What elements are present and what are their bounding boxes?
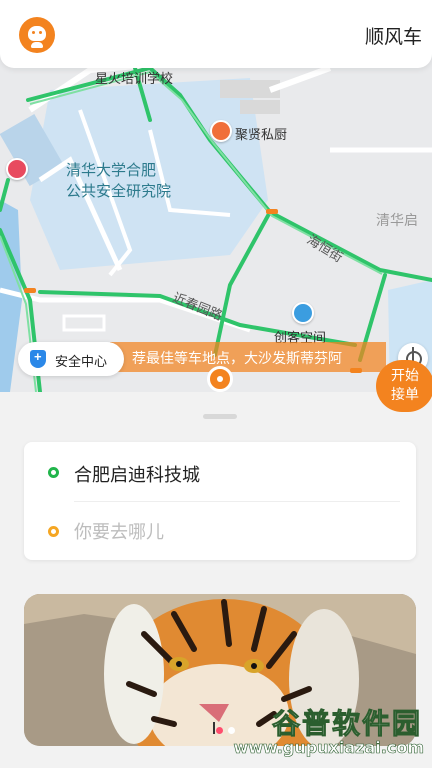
building-pin-icon[interactable] — [292, 302, 314, 324]
campus-label-line1: 清华大学合肥 — [66, 161, 157, 179]
route-divider — [74, 501, 400, 502]
watermark-url: www.gupuxiazai.com — [233, 738, 424, 758]
start-button-line2: 接单 — [391, 387, 419, 403]
map-label-area: 清华启 — [376, 213, 418, 229]
drag-handle[interactable] — [203, 414, 237, 419]
marquee-text: 荐最佳等车地点，大沙发斯蒂芬阿 — [132, 351, 342, 367]
watermark: 谷普软件园 www.gupuxiazai.com — [230, 702, 426, 758]
map-label-restaurant: 聚贤私厨 — [235, 128, 288, 143]
restaurant-pin-icon[interactable] — [210, 120, 232, 142]
destination-dot-icon — [48, 526, 59, 537]
watermark-text: 谷普软件园 — [271, 707, 422, 741]
safety-center-label: 安全中心 — [55, 355, 108, 370]
shield-icon — [30, 349, 46, 368]
campus-label-line2: 公共安全研究院 — [66, 182, 172, 200]
destination-input[interactable] — [74, 519, 374, 545]
route-card: 合肥启迪科技城 — [24, 442, 416, 560]
origin-dot-icon — [48, 467, 59, 478]
recommendation-marquee[interactable]: 荐最佳等车地点，大沙发斯蒂芬阿 — [110, 342, 386, 372]
user-avatar-icon[interactable] — [19, 17, 55, 53]
top-bar: 顺风车 — [0, 0, 432, 68]
current-location-pin-icon — [207, 366, 233, 392]
origin-field[interactable]: 合肥启迪科技城 — [74, 461, 200, 487]
attraction-pin-icon[interactable] — [6, 158, 28, 180]
start-accepting-orders-button[interactable]: 开始 接单 — [376, 360, 432, 412]
page-title[interactable]: 顺风车 — [365, 22, 422, 49]
map-label-campus: 清华大学合肥 公共安全研究院 — [66, 160, 171, 202]
safety-center-button[interactable]: 安全中心 — [18, 342, 124, 376]
start-button-line1: 开始 — [391, 368, 419, 384]
map-label-school: 星火培训学校 — [95, 72, 174, 87]
banner-page-dot-active[interactable] — [216, 727, 223, 734]
